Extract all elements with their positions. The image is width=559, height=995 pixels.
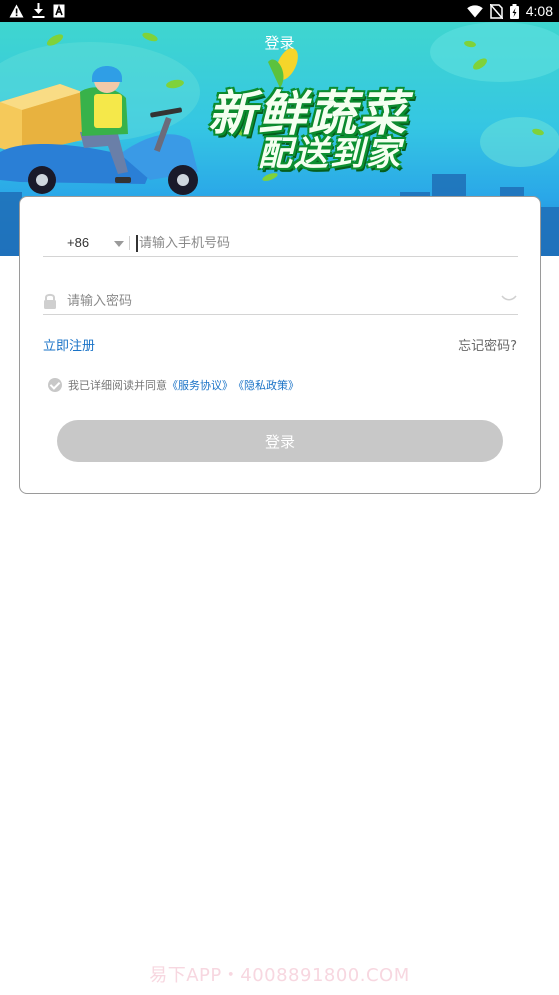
service-agreement-link[interactable]: 《服务协议》 (167, 377, 233, 393)
agreement-checkbox[interactable] (48, 378, 62, 392)
password-row (43, 285, 518, 315)
login-card: +86 立即注册 忘记密码? 我已详细阅读并同意 《服务协议》 《隐私政策》 登… (19, 196, 541, 494)
country-code-selector[interactable]: +86 (67, 235, 89, 250)
a-box-icon (53, 4, 65, 17)
battery-charging-icon (509, 3, 519, 19)
banner-slogan-line2: 配送到家 (258, 134, 402, 174)
eye-closed-icon[interactable] (500, 294, 518, 302)
wifi-icon (466, 4, 483, 17)
register-link[interactable]: 立即注册 (43, 335, 95, 354)
warning-icon (9, 4, 24, 17)
lock-icon (44, 293, 56, 309)
password-input[interactable] (67, 290, 467, 312)
status-left-icons (9, 3, 65, 18)
privacy-policy-link[interactable]: 《隐私政策》 (233, 377, 299, 393)
agreement-row: 我已详细阅读并同意 《服务协议》 《隐私政策》 (48, 377, 299, 393)
chevron-down-icon[interactable] (114, 241, 124, 247)
text-cursor (136, 235, 138, 252)
phone-input[interactable] (139, 232, 509, 254)
agreement-text: 我已详细阅读并同意 (68, 379, 167, 392)
phone-row: +86 (43, 227, 518, 257)
download-icon (32, 3, 45, 18)
status-time: 4:08 (525, 3, 553, 19)
forgot-password-link[interactable]: 忘记密码? (458, 335, 517, 354)
status-right-icons: 4:08 (466, 2, 553, 20)
login-button[interactable]: 登录 (57, 420, 503, 462)
status-bar: 4:08 (0, 0, 559, 22)
divider (129, 236, 130, 250)
page-title: 登录 (264, 34, 295, 52)
no-sim-icon (489, 3, 503, 19)
watermark: 易下APP・4008891800.COM (149, 965, 410, 986)
